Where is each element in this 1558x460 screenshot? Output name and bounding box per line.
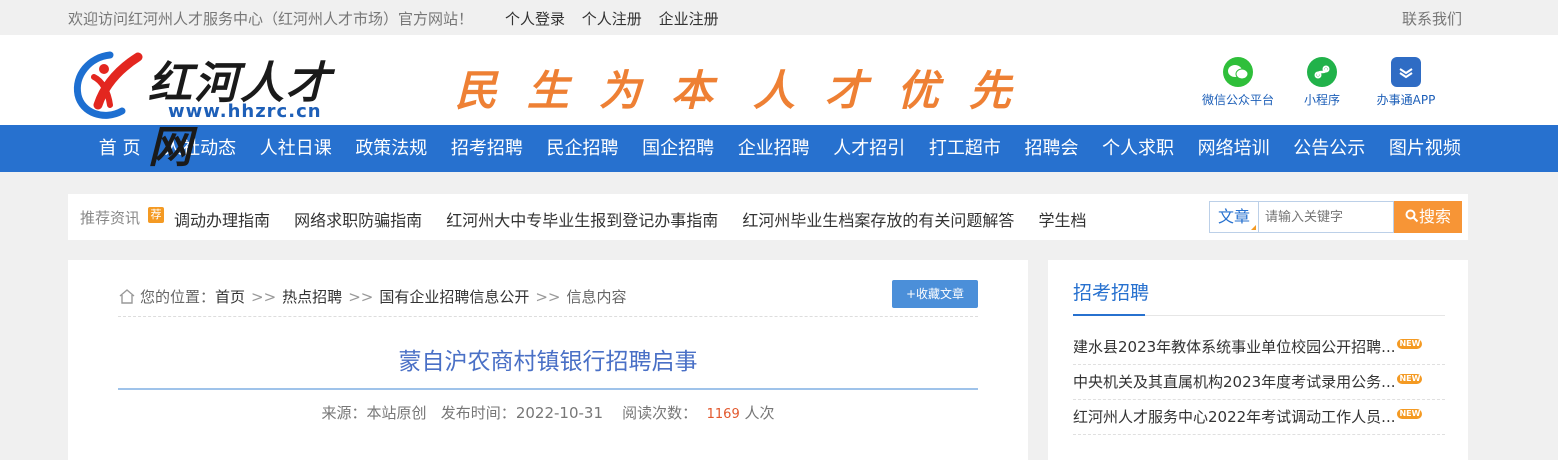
sidebar-title-underline [1073,314,1145,316]
logo-url: www.hhzrc.cn [168,101,322,122]
new-badge: NEW [1397,374,1423,384]
nav-job-fair[interactable]: 招聘会 [1013,125,1091,172]
recommend-item[interactable]: 红河州毕业生档案存放的有关问题解答 [742,211,1014,230]
slogan: 民生为本 人才优先 [455,57,1041,118]
slogan-left: 民生为本 [455,66,744,115]
article-time: 2022-10-31 [515,404,603,422]
mini-program-link[interactable]: 小程序 [1282,57,1362,108]
nav-home[interactable]: 首 页 [87,125,152,172]
top-bar: 欢迎访问红河州人才服务中心（红河州人才市场）官方网站！ 个人登录 个人注册 企业… [0,0,1558,35]
search-type-select[interactable]: 文章 [1209,201,1258,233]
mini-program-icon [1307,57,1337,87]
nav-private-recruit[interactable]: 民企招聘 [535,125,631,172]
app-link[interactable]: 办事通APP [1366,57,1446,108]
sidebar-item[interactable]: 红河州人才服务中心2022年考试调动工作人员... NEW [1073,400,1445,435]
nav-work-market[interactable]: 打工超市 [917,125,1013,172]
breadcrumb: 您的位置：首页 >> 热点招聘 >> 国有企业招聘信息公开 >> 信息内容 [118,286,627,307]
breadcrumb-prefix: 您的位置： [140,288,216,306]
wechat-icon [1223,57,1253,87]
logo-swirl-icon [73,51,143,119]
quick-icons: 微信公众平台 小程序 办事通APP [1194,57,1446,108]
site-logo[interactable]: 红河人才网 www.hhzrc.cn [70,43,360,173]
personal-register-link[interactable]: 个人注册 [582,10,642,28]
article-panel: 您的位置：首页 >> 热点招聘 >> 国有企业招聘信息公开 >> 信息内容 +收藏文章 蒙自… [68,260,1028,460]
sidebar-panel: 招考招聘 建水县2023年教体系统事业单位校园公开招聘... NEW 中央机关及其… [1048,260,1468,460]
sidebar-item[interactable]: 中央机关及其直属机构2023年度考试录用公务... NEW [1073,365,1445,400]
recommend-item[interactable]: 调动办理指南 [174,211,270,230]
site-header: 红河人才网 www.hhzrc.cn 民生为本 人才优先 微信公众平台 小程序 办… [0,35,1558,173]
search-input[interactable] [1258,201,1394,233]
article-source: 本站原创 [366,404,427,422]
wechat-label: 微信公众平台 [1201,93,1274,107]
wechat-platform-link[interactable]: 微信公众平台 [1198,57,1278,108]
recommend-list: 调动办理指南 网络求职防骗指南 红河州大中专毕业生报到登记办事指南 红河州毕业生… [174,207,1105,231]
breadcrumb-current: 信息内容 [566,288,627,306]
recommend-hot-badge: 荐 [148,207,164,223]
recommend-item[interactable]: 学生档 [1038,211,1086,230]
recommend-label: 推荐资讯 [80,209,141,227]
welcome-text: 欢迎访问红河州人才服务中心（红河州人才市场）官方网站！ [68,10,474,28]
sidebar-item[interactable]: 建水县2023年教体系统事业单位校园公开招聘... NEW [1073,330,1445,365]
mini-program-label: 小程序 [1303,93,1340,107]
breadcrumb-home[interactable]: 首页 [215,288,245,306]
recommend-bar: 推荐资讯 荐 调动办理指南 网络求职防骗指南 红河州大中专毕业生报到登记办事指南… [68,194,1468,240]
personal-login-link[interactable]: 个人登录 [505,10,565,28]
nav-job-seeking[interactable]: 个人求职 [1090,125,1186,172]
company-register-link[interactable]: 企业注册 [659,10,719,28]
recommend-item[interactable]: 红河州大中专毕业生报到登记办事指南 [446,211,718,230]
account-links: 个人登录 个人注册 企业注册 [505,8,731,29]
app-label: 办事通APP [1376,93,1436,107]
sidebar-title[interactable]: 招考招聘 [1073,278,1149,305]
nav-notices[interactable]: 公告公示 [1281,125,1377,172]
nav-exam-recruit[interactable]: 招考招聘 [439,125,535,172]
nav-talent-attract[interactable]: 人才招引 [821,125,917,172]
slogan-right: 人才优先 [753,66,1042,115]
favorite-button[interactable]: +收藏文章 [892,280,978,308]
nav-media[interactable]: 图片视频 [1377,125,1473,172]
article-title: 蒙自沪农商村镇银行招聘启事 [398,349,698,375]
contact-us-link[interactable]: 联系我们 [1402,8,1462,29]
divider [118,316,978,317]
recommend-item[interactable]: 网络求职防骗指南 [294,211,422,230]
breadcrumb-soe-info[interactable]: 国有企业招聘信息公开 [379,288,529,306]
app-icon [1391,57,1421,87]
search-button-label: 搜索 [1418,207,1451,226]
breadcrumb-hot-recruit[interactable]: 热点招聘 [282,288,342,306]
new-badge: NEW [1397,409,1423,419]
nav-online-training[interactable]: 网络培训 [1186,125,1282,172]
search-icon [1405,209,1419,223]
nav-soe-recruit[interactable]: 国企招聘 [630,125,726,172]
article-meta: 来源：本站原创 发布时间：2022-10-31 阅读次数： 1169 人次 [321,404,775,422]
search-button[interactable]: 搜索 [1394,201,1462,233]
home-icon [119,289,135,304]
nav-company-recruit[interactable]: 企业招聘 [726,125,822,172]
article-views: 1169 [706,407,740,422]
title-underline [118,388,978,390]
search-box: 文章 搜索 [1209,201,1462,233]
new-badge: NEW [1397,339,1423,349]
